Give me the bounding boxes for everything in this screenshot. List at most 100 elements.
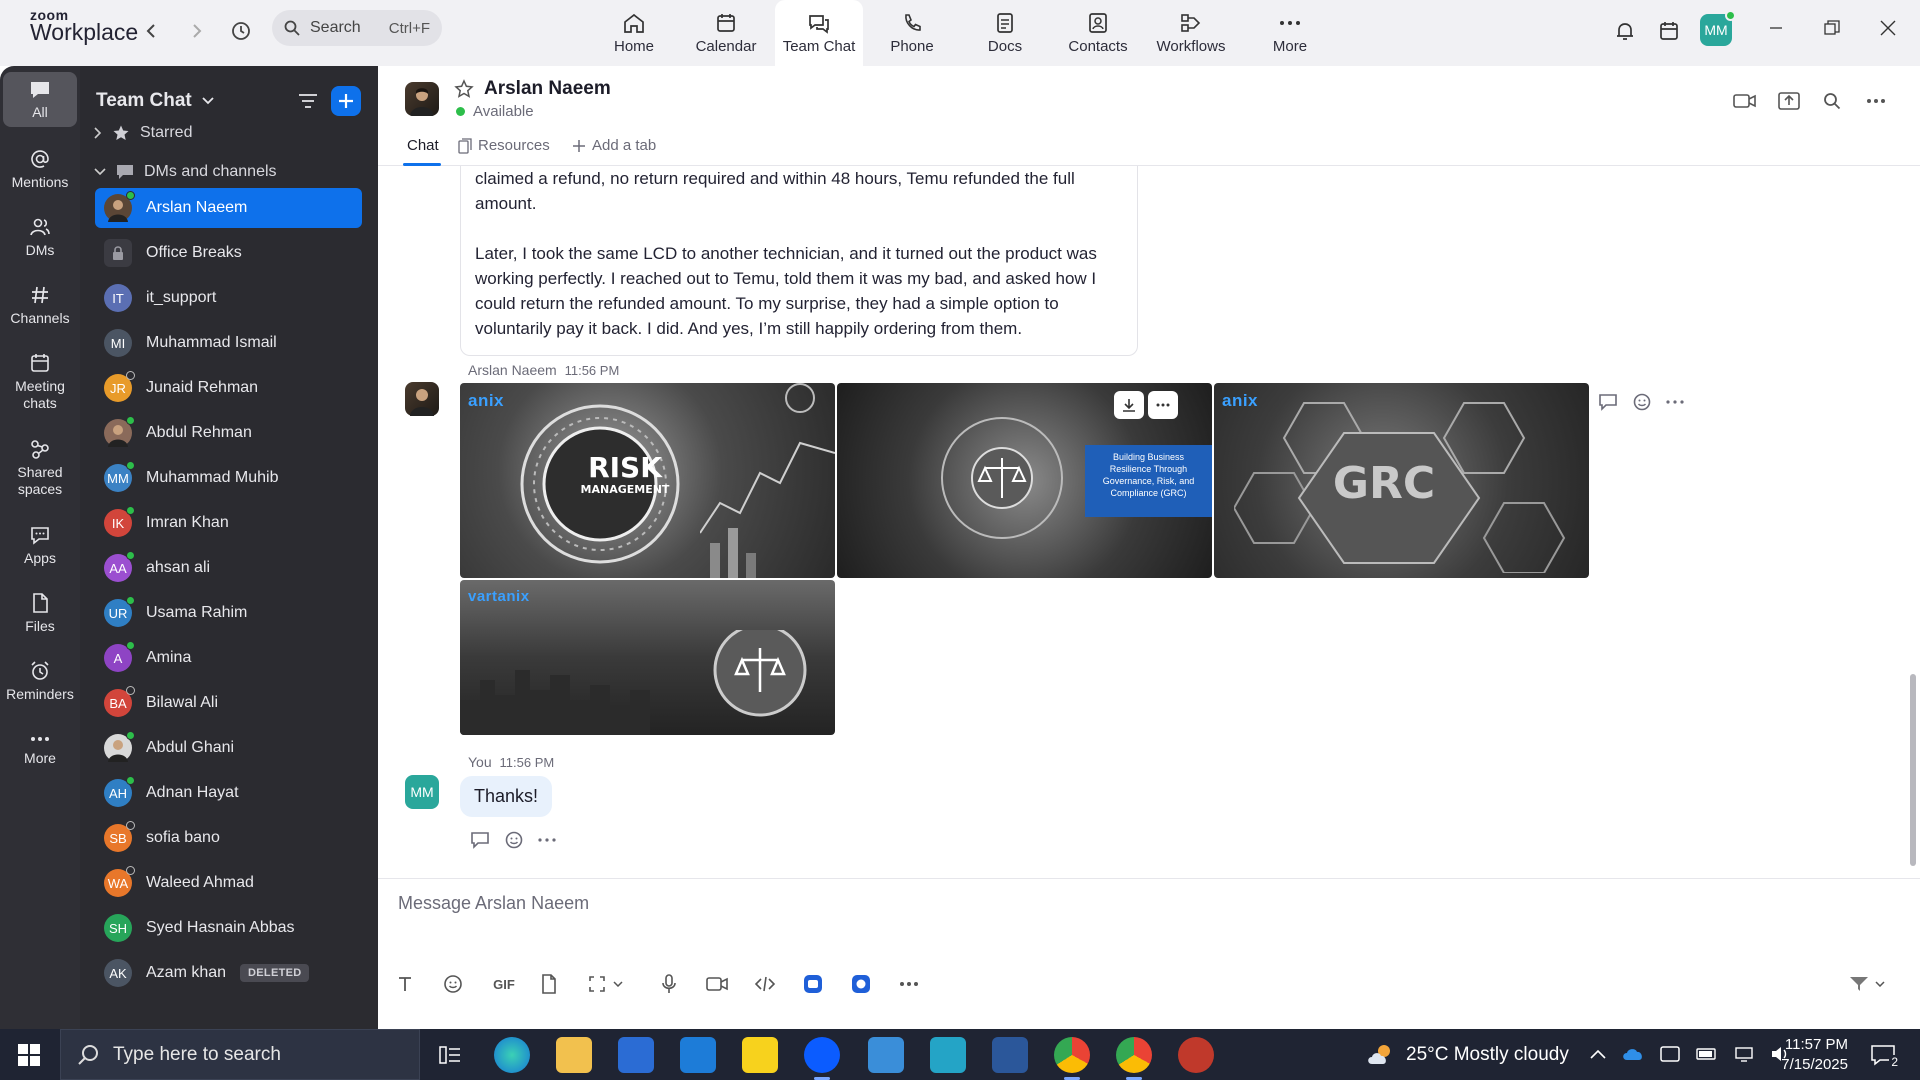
taskbar-search-box[interactable]: Type here to search <box>60 1029 420 1080</box>
more-icon[interactable] <box>1666 400 1684 404</box>
windows-start-icon[interactable] <box>18 1044 40 1071</box>
text-format-icon[interactable] <box>392 971 418 997</box>
app-icon[interactable] <box>930 1037 966 1073</box>
microphone-icon[interactable] <box>656 971 682 997</box>
contact-item[interactable]: Abdul Ghani <box>95 728 362 768</box>
contact-item[interactable]: SB sofia bano <box>95 818 362 858</box>
send-icon[interactable] <box>1846 971 1872 997</box>
star-outline-icon[interactable] <box>454 79 474 104</box>
filter-icon[interactable] <box>295 88 321 114</box>
chrome-icon[interactable] <box>1054 1037 1090 1080</box>
nav-tab-home[interactable]: Home <box>590 0 678 64</box>
nav-tab-more[interactable]: More <box>1246 0 1334 64</box>
attachment-image[interactable]: vartanix <box>460 580 835 735</box>
section-starred[interactable]: Starred <box>94 124 192 142</box>
edge-browser-icon[interactable] <box>494 1037 530 1073</box>
scrollbar-thumb[interactable] <box>1910 674 1916 866</box>
battery-icon[interactable] <box>1696 1048 1718 1060</box>
contact-item[interactable]: WA Waleed Ahmad <box>95 863 362 903</box>
nav-tab-team-chat[interactable]: Team Chat <box>775 0 863 66</box>
message-composer[interactable]: Message Arslan Naeem GIF <box>378 878 1920 1029</box>
contact-item[interactable]: Abdul Rehman <box>95 413 362 453</box>
nav-tab-phone[interactable]: Phone <box>868 0 956 64</box>
rail-item-meeting-chats[interactable]: Meeting chats <box>3 352 77 412</box>
app-integration-icon[interactable] <box>848 971 874 997</box>
more-icon[interactable] <box>538 838 556 842</box>
chevron-down-icon[interactable] <box>610 971 626 997</box>
reply-thread-icon[interactable] <box>470 831 490 849</box>
tab-chat[interactable]: Chat <box>407 137 439 154</box>
contact-item[interactable]: MM Muhammad Muhib <box>95 458 362 498</box>
add-reaction-icon[interactable] <box>1632 392 1652 412</box>
onedrive-cloud-icon[interactable] <box>1622 1047 1644 1061</box>
app-icon[interactable] <box>868 1037 904 1073</box>
weather-widget[interactable]: 25°C Mostly cloudy <box>1366 1029 1569 1080</box>
notifications-bell-icon[interactable] <box>1608 14 1642 48</box>
rail-item-channels[interactable]: Channels <box>3 284 77 327</box>
contact-item[interactable]: A Amina <box>95 638 362 678</box>
chrome-icon[interactable] <box>1116 1037 1152 1080</box>
microsoft-store-icon[interactable] <box>618 1037 654 1073</box>
rail-item-shared-spaces[interactable]: Shared spaces <box>3 438 77 498</box>
gif-button[interactable]: GIF <box>488 971 520 997</box>
global-search-input[interactable]: Search Ctrl+F <box>272 10 442 46</box>
chevron-up-icon[interactable] <box>1590 1049 1606 1059</box>
section-dms-and-channels[interactable]: DMs and channels <box>94 163 277 181</box>
contact-item[interactable]: MI Muhammad Ismail <box>95 323 362 363</box>
rail-item-reminders[interactable]: Reminders <box>3 660 77 703</box>
nav-tab-contacts[interactable]: Contacts <box>1054 0 1142 64</box>
nav-tab-workflows[interactable]: Workflows <box>1147 0 1235 64</box>
video-message-icon[interactable] <box>704 971 730 997</box>
attachment-image[interactable]: Building Business Resilience Through Gov… <box>837 383 1212 578</box>
rail-item-more[interactable]: More <box>3 732 77 767</box>
new-chat-button[interactable] <box>331 86 361 116</box>
screenshot-icon[interactable] <box>584 971 610 997</box>
sticky-notes-icon[interactable] <box>742 1037 778 1073</box>
zoom-app-icon[interactable] <box>804 1037 840 1080</box>
video-call-icon[interactable] <box>1730 86 1760 116</box>
forward-arrow-icon[interactable] <box>180 14 214 48</box>
contact-item[interactable]: BA Bilawal Ali <box>95 683 362 723</box>
notification-center-icon[interactable]: 2 <box>1866 1041 1900 1069</box>
taskbar-clock[interactable]: 11:57 PM 7/15/2025 <box>1766 1035 1848 1075</box>
rail-item-files[interactable]: Files <box>3 592 77 635</box>
chevron-down-icon[interactable] <box>1872 971 1888 997</box>
own-avatar[interactable]: MM <box>405 775 439 809</box>
back-arrow-icon[interactable] <box>134 14 168 48</box>
app-integration-icon[interactable] <box>800 971 826 997</box>
contact-item[interactable]: IT it_support <box>95 278 362 318</box>
word-icon[interactable] <box>992 1037 1028 1073</box>
share-screen-icon[interactable] <box>1774 86 1804 116</box>
contact-item[interactable]: AK Azam khan DELETED <box>95 953 362 993</box>
add-tab-button[interactable]: Add a tab <box>572 137 656 154</box>
nav-tab-docs[interactable]: Docs <box>961 0 1049 64</box>
user-avatar[interactable]: MM <box>1700 10 1736 46</box>
network-icon[interactable] <box>1734 1046 1754 1062</box>
security-icon[interactable] <box>1660 1045 1680 1063</box>
contact-item[interactable]: AH Adnan Hayat <box>95 773 362 813</box>
more-options-icon[interactable] <box>1861 86 1891 116</box>
attachment-image[interactable]: anix GRC <box>1214 383 1589 578</box>
sender-avatar[interactable] <box>405 382 439 416</box>
tab-resources[interactable]: Resources <box>458 137 550 154</box>
contact-item[interactable]: IK Imran Khan <box>95 503 362 543</box>
rail-item-all[interactable]: All <box>3 72 77 127</box>
sidebar-title[interactable]: Team Chat <box>96 90 214 112</box>
code-snippet-icon[interactable] <box>752 971 778 997</box>
close-button[interactable] <box>1866 10 1910 46</box>
attachment-image[interactable]: anix RISK MANAGEMENT <box>460 383 835 578</box>
add-reaction-icon[interactable] <box>504 830 524 850</box>
minimize-button[interactable] <box>1754 10 1798 46</box>
attach-file-icon[interactable] <box>536 971 562 997</box>
contact-item[interactable]: Office Breaks <box>95 233 362 273</box>
restore-button[interactable] <box>1810 10 1854 46</box>
rail-item-apps[interactable]: Apps <box>3 524 77 567</box>
contact-item[interactable]: Arslan Naeem <box>95 188 362 228</box>
app-icon[interactable] <box>1178 1037 1214 1073</box>
contact-item[interactable]: UR Usama Rahim <box>95 593 362 633</box>
emoji-icon[interactable] <box>440 971 466 997</box>
contact-item[interactable]: JR Junaid Rehman <box>95 368 362 408</box>
rail-item-mentions[interactable]: Mentions <box>3 148 77 191</box>
image-more-button[interactable] <box>1148 391 1178 419</box>
more-icon[interactable] <box>896 971 922 997</box>
